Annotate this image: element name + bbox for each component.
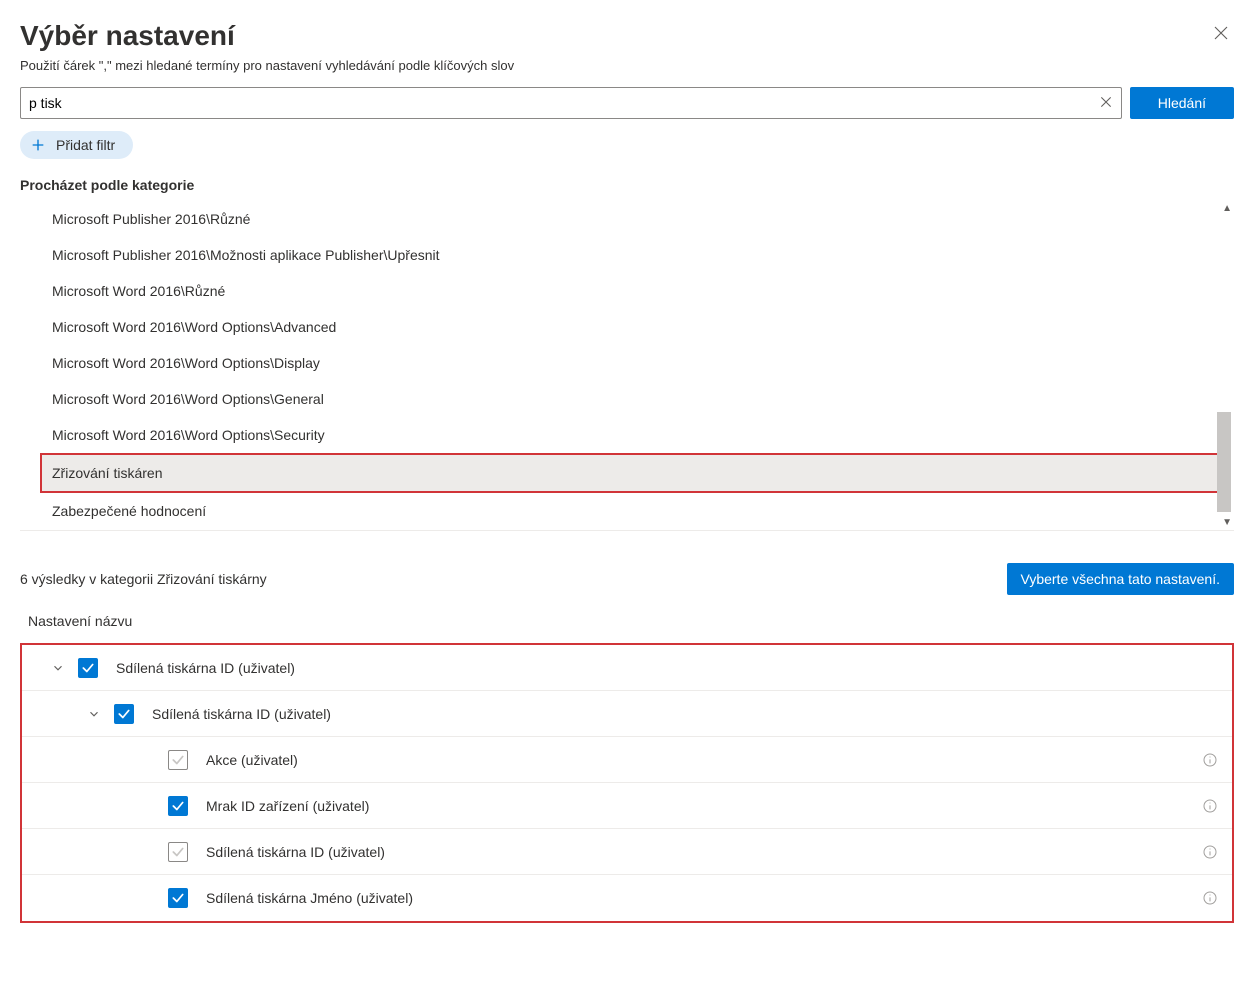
scroll-up-arrow[interactable]: ▲ <box>1222 203 1232 214</box>
clear-icon <box>1099 95 1113 112</box>
close-icon <box>1212 29 1230 45</box>
select-all-button[interactable]: Vyberte všechna tato nastavení. <box>1007 563 1235 595</box>
info-icon[interactable] <box>1202 890 1218 906</box>
scroll-thumb[interactable] <box>1217 412 1231 512</box>
category-item[interactable]: Microsoft Publisher 2016\Různé <box>48 201 1214 237</box>
settings-name-label: Nastavení názvu <box>20 613 1234 629</box>
close-button[interactable] <box>1208 20 1234 49</box>
tree-row: Sdílená tiskárna ID (uživatel) <box>22 691 1232 737</box>
page-subtitle: Použití čárek "," mezi hledané termíny p… <box>20 58 1234 73</box>
tree-row: Mrak ID zařízení (uživatel) <box>22 783 1232 829</box>
search-input[interactable] <box>29 88 1099 118</box>
category-item[interactable]: Microsoft Word 2016\Word Options\Display <box>48 345 1214 381</box>
add-filter-label: Přidat filtr <box>56 137 115 153</box>
tree-row-label: Mrak ID zařízení (uživatel) <box>206 798 1202 814</box>
search-button[interactable]: Hledání <box>1130 87 1234 119</box>
checkbox[interactable] <box>114 704 134 724</box>
tree-row-label: Sdílená tiskárna ID (uživatel) <box>206 844 1202 860</box>
scroll-down-arrow[interactable]: ▼ <box>1222 517 1232 528</box>
tree-row: Akce (uživatel) <box>22 737 1232 783</box>
scrollbar[interactable]: ▲ ▼ <box>1216 201 1232 530</box>
checkbox[interactable] <box>168 888 188 908</box>
browse-category-label: Procházet podle kategorie <box>20 177 1234 193</box>
checkbox[interactable] <box>168 796 188 816</box>
category-scroll-area: Microsoft Publisher 2016\RůznéMicrosoft … <box>20 201 1234 531</box>
tree-row: Sdílená tiskárna ID (uživatel) <box>22 829 1232 875</box>
tree-row: Sdílená tiskárna ID (uživatel) <box>22 645 1232 691</box>
category-item[interactable]: Microsoft Word 2016\Word Options\General <box>48 381 1214 417</box>
chevron-down-icon[interactable] <box>82 707 106 721</box>
tree-row-label: Sdílená tiskárna Jméno (uživatel) <box>206 890 1202 906</box>
add-filter-button[interactable]: Přidat filtr <box>20 131 133 159</box>
tree-row-label: Sdílená tiskárna ID (uživatel) <box>152 706 1218 722</box>
category-item[interactable]: Microsoft Publisher 2016\Možnosti aplika… <box>48 237 1214 273</box>
checkbox[interactable] <box>168 842 188 862</box>
category-item[interactable]: Zabezpečené hodnocení <box>48 493 1214 529</box>
category-item[interactable]: Microsoft Word 2016\Word Options\Advance… <box>48 309 1214 345</box>
checkbox[interactable] <box>78 658 98 678</box>
category-item[interactable]: Zřizování tiskáren <box>40 453 1220 493</box>
tree-row-label: Sdílená tiskárna ID (uživatel) <box>116 660 1218 676</box>
checkbox[interactable] <box>168 750 188 770</box>
tree-row: Sdílená tiskárna Jméno (uživatel) <box>22 875 1232 921</box>
search-field-wrap <box>20 87 1122 119</box>
info-icon[interactable] <box>1202 798 1218 814</box>
chevron-down-icon[interactable] <box>46 661 70 675</box>
tree-row-label: Akce (uživatel) <box>206 752 1202 768</box>
page-title: Výběr nastavení <box>20 20 235 52</box>
clear-search-button[interactable] <box>1099 95 1113 112</box>
plus-icon <box>30 137 46 153</box>
settings-tree: Sdílená tiskárna ID (uživatel) Sdílená ti… <box>20 643 1234 923</box>
category-item[interactable]: Microsoft Word 2016\Různé <box>48 273 1214 309</box>
results-count: 6 výsledky v kategorii Zřizování tiskárn… <box>20 571 267 587</box>
info-icon[interactable] <box>1202 752 1218 768</box>
info-icon[interactable] <box>1202 844 1218 860</box>
category-item[interactable]: Microsoft Word 2016\Word Options\Securit… <box>48 417 1214 453</box>
